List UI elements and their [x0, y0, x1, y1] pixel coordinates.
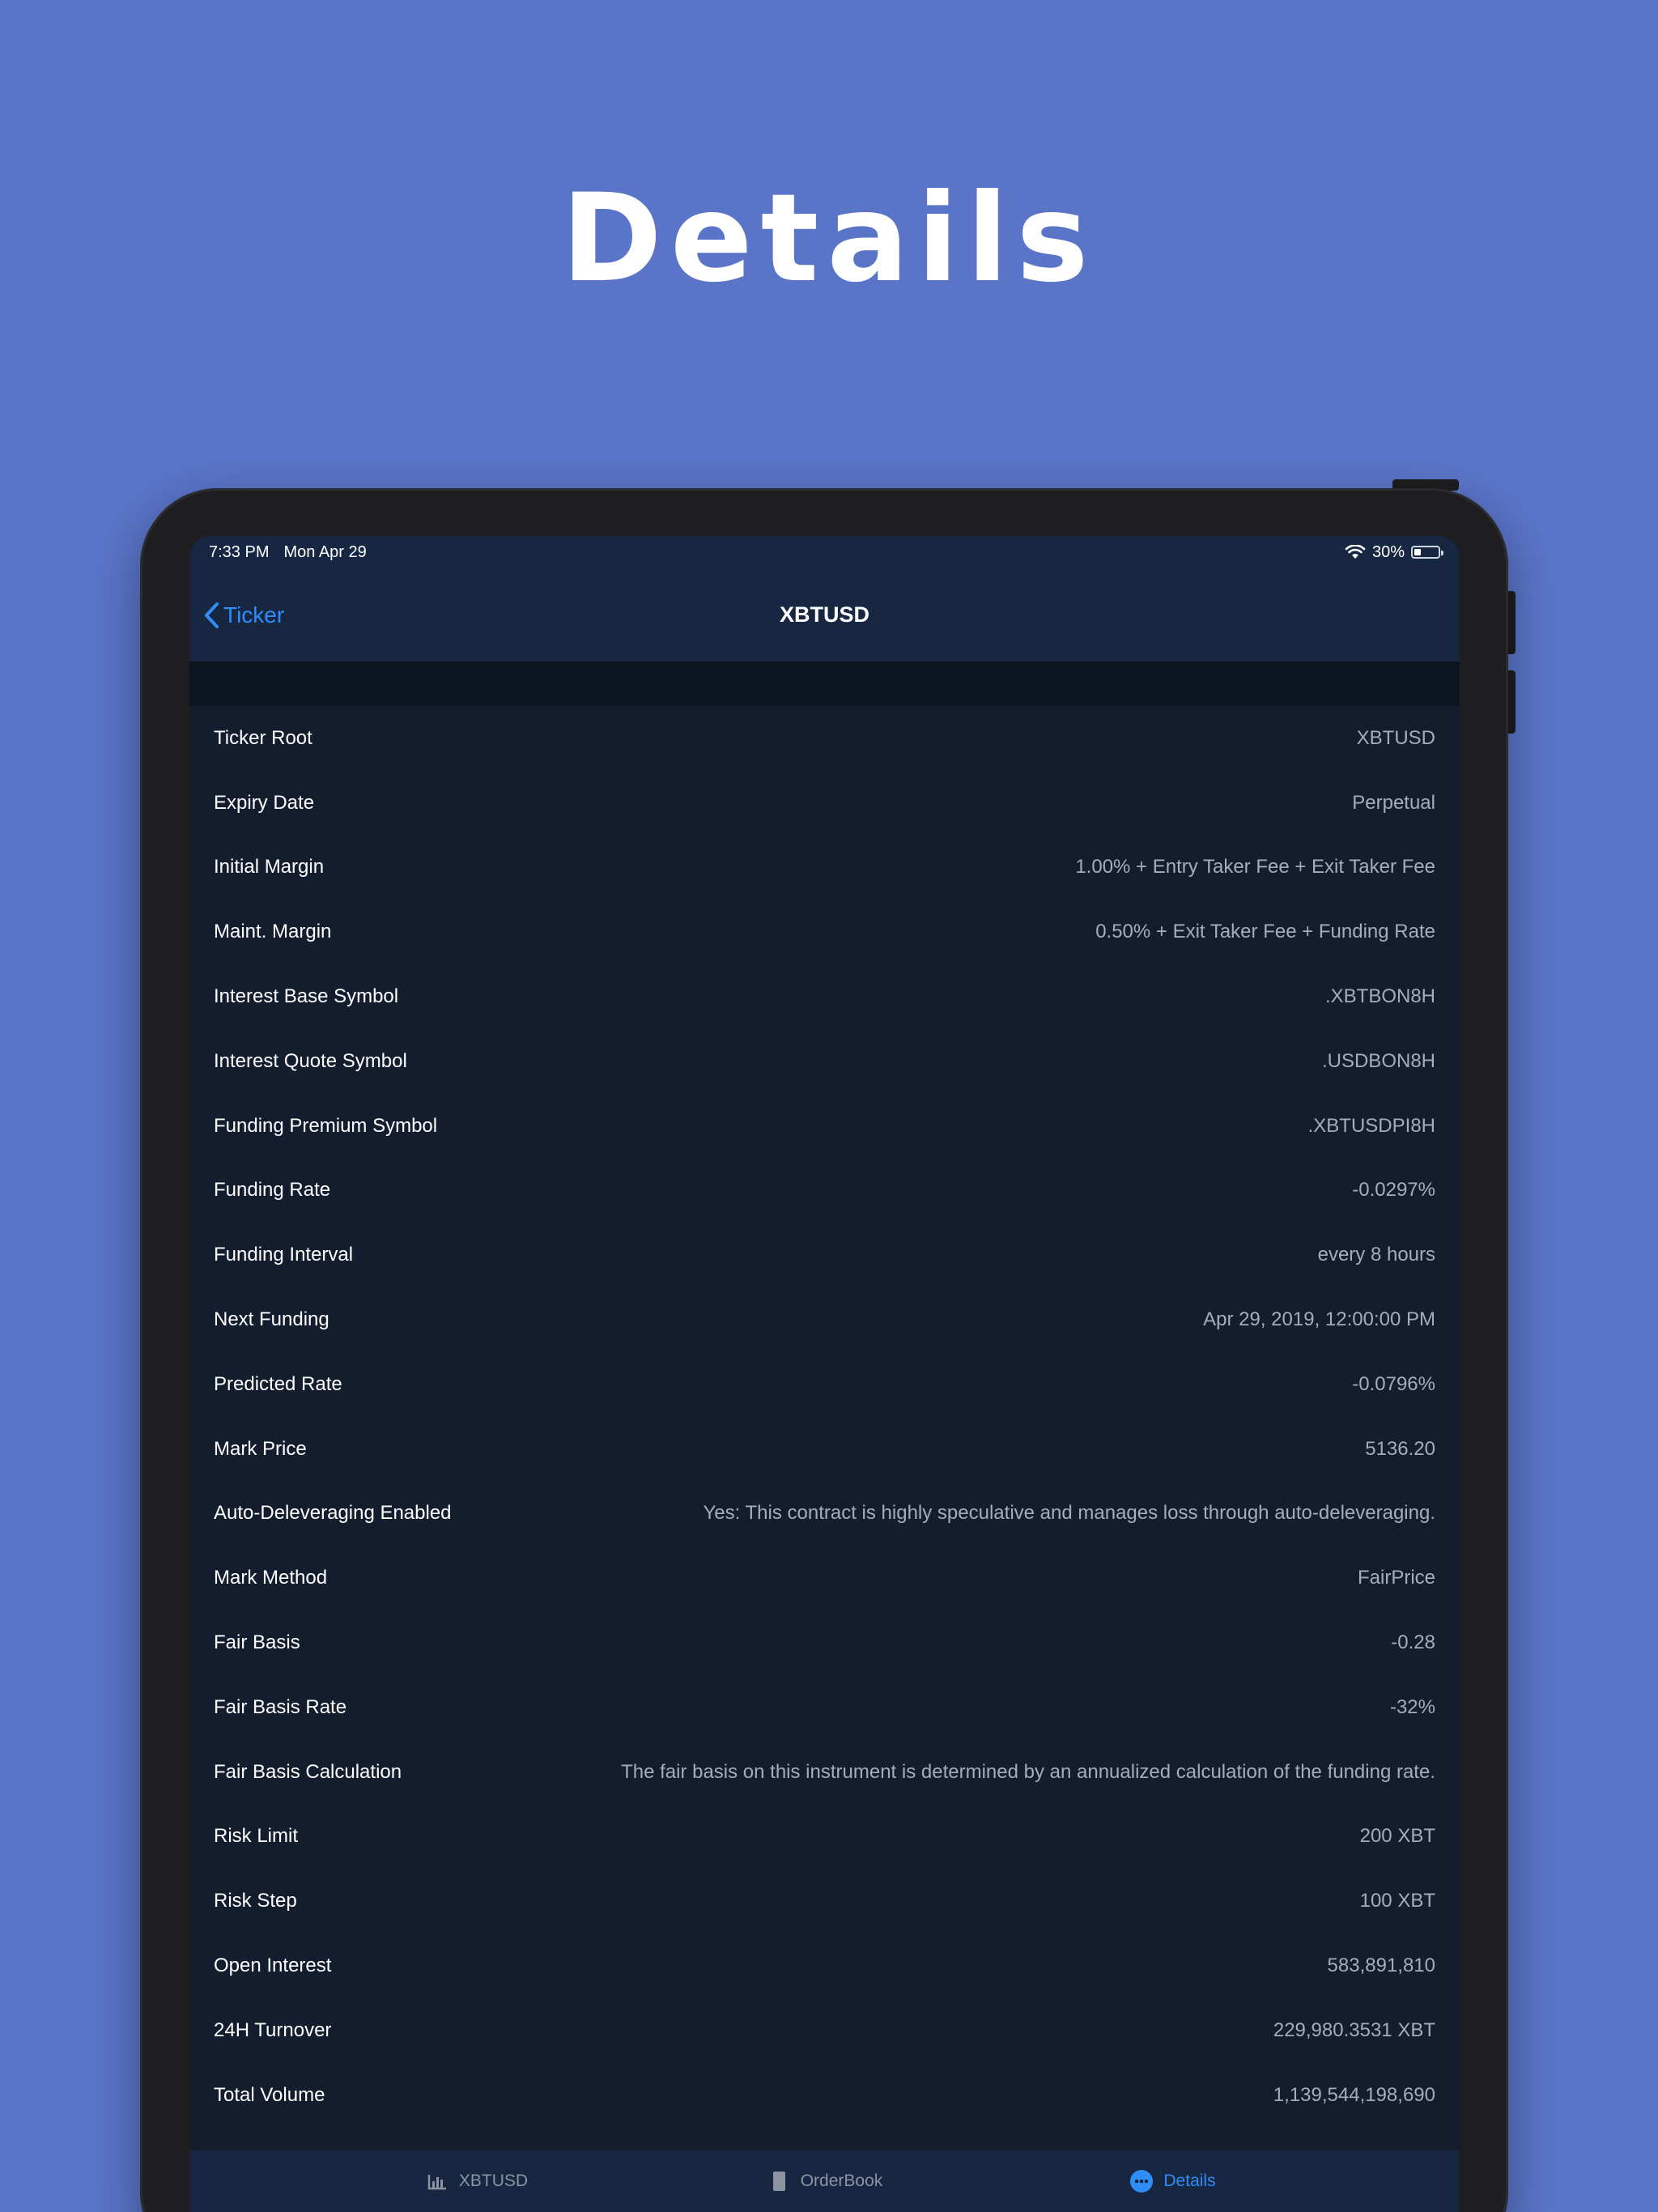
detail-row: Fair Basis Rate -32%: [189, 1675, 1460, 1740]
detail-label: Risk Limit: [214, 1825, 299, 1848]
detail-value: 100 XBT: [1359, 1890, 1435, 1912]
detail-value: 5136.20: [1365, 1437, 1435, 1460]
status-bar: 7:33 PM Mon Apr 29 30%: [189, 536, 1460, 568]
detail-row: Funding Interval every 8 hours: [189, 1223, 1460, 1287]
detail-label: Predicted Rate: [214, 1372, 342, 1395]
detail-row: Total Volume 1,139,544,198,690: [189, 2063, 1460, 2128]
bar-chart-icon: [427, 2175, 446, 2190]
battery-icon: [1411, 546, 1443, 559]
detail-row: Expiry Date Perpetual: [189, 771, 1460, 836]
detail-value: -0.28: [1391, 1631, 1435, 1654]
nav-title: XBTUSD: [779, 602, 869, 627]
details-list: Ticker Root XBTUSD Expiry Date Perpetual Ini…: [189, 706, 1460, 2192]
tab-xbtusd[interactable]: XBTUSD: [303, 2169, 651, 2193]
detail-value: XBTUSD: [1356, 726, 1435, 749]
more-icon: [1130, 2170, 1154, 2193]
detail-row: Mark Price 5136.20: [189, 1417, 1460, 1482]
navigation-bar: Ticker XBTUSD: [189, 568, 1460, 661]
tab-label: XBTUSD: [458, 2172, 529, 2190]
detail-label: Fair Basis Rate: [214, 1695, 347, 1718]
detail-row: Next Funding Apr 29, 2019, 12:00:00 PM: [189, 1287, 1460, 1352]
detail-row: Funding Rate -0.0297%: [189, 1159, 1460, 1223]
detail-row: Predicted Rate -0.0796%: [189, 1352, 1460, 1417]
detail-label: Open Interest: [214, 1955, 332, 1977]
detail-row: Funding Premium Symbol .XBTUSDPI8H: [189, 1094, 1460, 1159]
detail-row: Auto-Deleveraging Enabled Yes: This contr…: [189, 1482, 1460, 1546]
detail-label: Maint. Margin: [214, 921, 332, 943]
detail-value: 1.00% + Entry Taker Fee + Exit Taker Fee: [1075, 856, 1435, 878]
wifi-icon: [1345, 545, 1366, 559]
detail-value: .XBTUSDPI8H: [1307, 1114, 1435, 1137]
detail-value: Apr 29, 2019, 12:00:00 PM: [1203, 1308, 1435, 1331]
detail-label: Total Volume: [214, 2083, 325, 2106]
detail-label: Interest Quote Symbol: [214, 1049, 407, 1072]
detail-row: Risk Limit 200 XBT: [189, 1805, 1460, 1870]
section-header: [189, 661, 1460, 706]
tab-label: Details: [1163, 2172, 1216, 2190]
detail-label: Mark Price: [214, 1437, 307, 1460]
detail-value: The fair basis on this instrument is det…: [621, 1760, 1435, 1783]
detail-value: 583,891,810: [1327, 1955, 1435, 1977]
detail-row: Interest Base Symbol .XBTBON8H: [189, 964, 1460, 1029]
detail-label: Mark Method: [214, 1567, 328, 1589]
tab-label: OrderBook: [800, 2172, 883, 2190]
detail-label: Fair Basis: [214, 1631, 300, 1654]
detail-label: Expiry Date: [214, 791, 315, 814]
detail-value: 1,139,544,198,690: [1273, 2083, 1435, 2106]
status-date: Mon Apr 29: [283, 542, 367, 561]
detail-value: 229,980.3531 XBT: [1273, 2018, 1435, 2041]
detail-value: -32%: [1389, 1695, 1435, 1718]
detail-label: 24H Turnover: [214, 2018, 332, 2041]
detail-label: Fair Basis Calculation: [214, 1760, 402, 1783]
detail-label: Interest Base Symbol: [214, 985, 399, 1008]
status-time: 7:33 PM: [209, 542, 270, 561]
detail-row: Initial Margin 1.00% + Entry Taker Fee + …: [189, 836, 1460, 900]
tab-orderbook[interactable]: OrderBook: [651, 2169, 999, 2193]
detail-label: Auto-Deleveraging Enabled: [214, 1502, 452, 1525]
detail-value: -0.0297%: [1352, 1179, 1435, 1202]
detail-row: Fair Basis Calculation The fair basis on …: [189, 1740, 1460, 1805]
detail-value: Perpetual: [1352, 791, 1435, 814]
detail-row: Fair Basis -0.28: [189, 1610, 1460, 1675]
detail-row: Ticker Root XBTUSD: [189, 706, 1460, 771]
book-icon: [772, 2172, 785, 2191]
detail-label: Funding Premium Symbol: [214, 1114, 438, 1137]
detail-label: Funding Rate: [214, 1179, 331, 1202]
detail-row: Risk Step 100 XBT: [189, 1869, 1460, 1933]
detail-row: Open Interest 583,891,810: [189, 1933, 1460, 1998]
detail-row: 24H Turnover 229,980.3531 XBT: [189, 1998, 1460, 2063]
detail-value: FairPrice: [1357, 1567, 1435, 1589]
detail-value: .USDBON8H: [1321, 1049, 1435, 1072]
tab-bar: XBTUSD OrderBook Details: [189, 2150, 1460, 2212]
app-screen: 7:33 PM Mon Apr 29 30% Ticker XBTUSD Tic…: [189, 536, 1460, 2212]
detail-value: .XBTBON8H: [1324, 985, 1435, 1008]
detail-label: Ticker Root: [214, 726, 312, 749]
detail-value: 200 XBT: [1359, 1825, 1435, 1848]
detail-row: Maint. Margin 0.50% + Exit Taker Fee + Fu…: [189, 900, 1460, 964]
detail-label: Funding Interval: [214, 1244, 354, 1266]
detail-row: Interest Quote Symbol .USDBON8H: [189, 1029, 1460, 1094]
detail-label: Risk Step: [214, 1890, 297, 1912]
hero-title: Details: [561, 168, 1097, 309]
battery-percent: 30%: [1371, 542, 1405, 561]
detail-label: Initial Margin: [214, 856, 325, 878]
detail-row: Mark Method FairPrice: [189, 1546, 1460, 1610]
detail-value: 0.50% + Exit Taker Fee + Funding Rate: [1095, 921, 1435, 943]
detail-value: Yes: This contract is highly speculative…: [703, 1502, 1435, 1525]
detail-value: every 8 hours: [1317, 1244, 1435, 1266]
detail-value: -0.0796%: [1352, 1372, 1435, 1395]
tab-details[interactable]: Details: [999, 2169, 1347, 2193]
detail-label: Next Funding: [214, 1308, 329, 1331]
